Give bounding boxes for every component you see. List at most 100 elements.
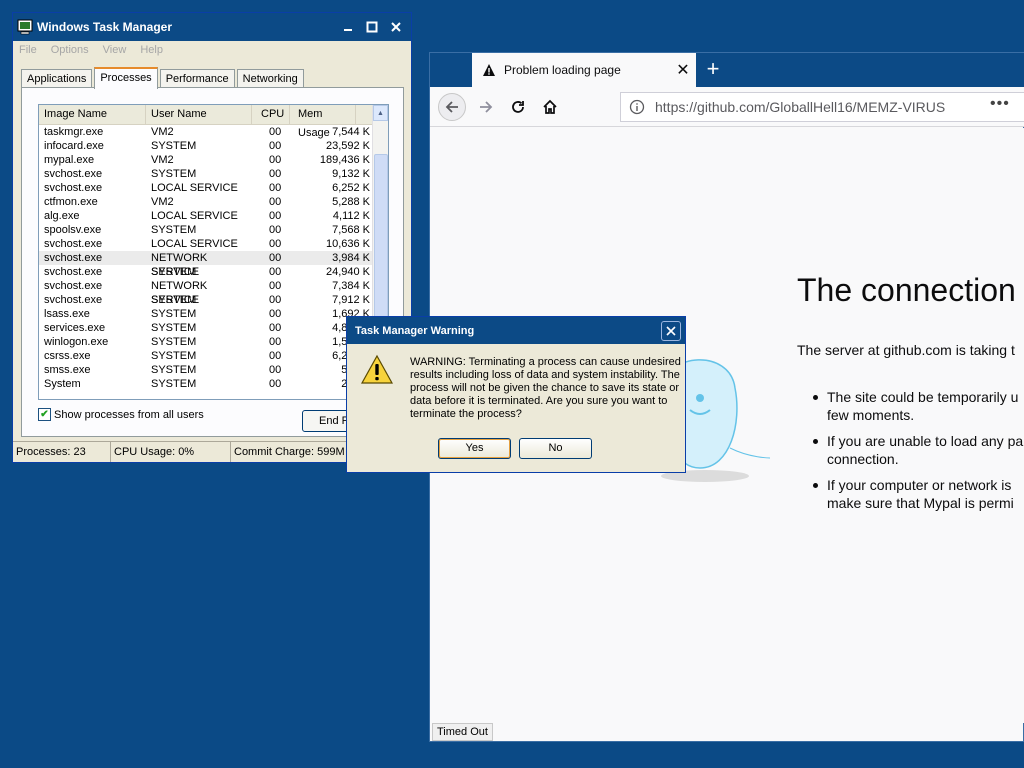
nav-bar: https://github.com/GloballHell16/MEMZ-VI…: [430, 87, 1024, 127]
maximize-icon: [366, 21, 378, 33]
image-name-cell: spoolsv.exe: [44, 224, 102, 236]
image-name-cell: ctfmon.exe: [44, 196, 98, 208]
table-row[interactable]: SystemSYSTEM00240 K: [39, 377, 388, 391]
table-row[interactable]: spoolsv.exe SYSTEM 00 7,568 K: [39, 223, 388, 237]
cpu-cell: 00: [269, 266, 282, 278]
cpu-cell: 00: [269, 336, 282, 348]
minimize-icon: [344, 29, 352, 31]
table-row[interactable]: smss.exeSYSTEM00516 K: [39, 363, 388, 377]
yes-button[interactable]: Yes: [438, 438, 511, 459]
table-row[interactable]: taskmgr.exe VM2 00 7,544 K: [39, 125, 388, 139]
table-row[interactable]: csrss.exeSYSTEM006,208 K: [39, 349, 388, 363]
cpu-cell: 00: [269, 350, 282, 362]
image-name-cell: alg.exe: [44, 210, 80, 222]
reload-button[interactable]: [504, 93, 532, 121]
table-row[interactable]: svchost.exe NETWORK SERVICE 00 3,984 K: [39, 251, 388, 278]
user-name-cell: LOCAL SERVICE: [151, 182, 238, 194]
close-button[interactable]: [385, 16, 407, 38]
table-row[interactable]: svchost.exe LOCAL SERVICE 00 10,636 K: [39, 237, 388, 251]
table-header: Image Name User Name CPU Mem Usage: [39, 105, 388, 139]
tab-close-icon[interactable]: ✕: [670, 60, 696, 80]
status-cpu: CPU Usage: 0%: [111, 442, 231, 462]
menu-file[interactable]: File: [19, 41, 37, 59]
show-all-processes[interactable]: ✔ Show processes from all users: [38, 408, 204, 421]
minimize-button[interactable]: [337, 16, 359, 38]
mem-usage-cell: 10,636 K: [325, 238, 370, 250]
user-name-cell: VM2: [151, 196, 174, 208]
info-icon[interactable]: [629, 99, 645, 115]
table-row[interactable]: lsass.exe SYSTEM 00 1,692 K: [39, 307, 388, 321]
table-row[interactable]: svchost.exe SYSTEM 00 7,912 K: [39, 293, 388, 307]
column-cpu[interactable]: CPU: [252, 105, 290, 124]
error-description: The server at github.com is taking t: [797, 342, 1015, 358]
back-button[interactable]: [438, 93, 466, 121]
image-name-cell: infocard.exe: [44, 140, 104, 152]
mem-usage-cell: 7,544 K: [332, 126, 370, 138]
page-actions-menu-icon[interactable]: •••: [990, 95, 1010, 113]
cpu-cell: 00: [269, 252, 282, 264]
table-row[interactable]: alg.exe LOCAL SERVICE 00 4,112 K: [39, 209, 388, 223]
image-name-cell: svchost.exe: [44, 252, 103, 264]
show-all-checkbox[interactable]: ✔: [38, 408, 51, 421]
dialog-title-bar[interactable]: Task Manager Warning: [347, 317, 685, 344]
user-name-cell: SYSTEM: [151, 266, 197, 278]
table-row[interactable]: svchost.exe SYSTEM 00 9,132 K: [39, 167, 388, 181]
image-name-cell: svchost.exe: [44, 266, 103, 278]
show-all-label: Show processes from all users: [54, 408, 204, 421]
scroll-up-button[interactable]: ▲: [373, 105, 388, 121]
table-row[interactable]: infocard.exe SYSTEM 00 23,592 K: [39, 139, 388, 153]
error-suggestions: The site could be temporarily u few momen…: [810, 388, 1024, 520]
forward-arrow-icon: [480, 101, 493, 113]
table-row[interactable]: mypal.exe VM2 00 189,436 K: [39, 153, 388, 167]
user-name-cell: NETWORK SERVICE: [151, 252, 208, 278]
status-processes: Processes: 23: [13, 442, 111, 462]
user-name-cell: LOCAL SERVICE: [151, 238, 238, 250]
image-name-cell: smss.exe: [44, 364, 91, 376]
warning-icon: [483, 64, 495, 76]
tab-performance[interactable]: Performance: [159, 69, 235, 88]
cpu-cell: 00: [269, 238, 282, 250]
column-user-name[interactable]: User Name: [146, 105, 252, 124]
menu-help[interactable]: Help: [140, 41, 163, 59]
user-name-cell: VM2: [151, 126, 174, 138]
mem-usage-cell: 189,436 K: [319, 154, 370, 166]
image-name-cell: mypal.exe: [44, 154, 95, 166]
window-title: Windows Task Manager: [37, 20, 173, 34]
tab-networking[interactable]: Networking: [236, 69, 304, 88]
mem-usage-cell: 9,132 K: [332, 168, 370, 180]
column-image-name[interactable]: Image Name: [39, 105, 146, 124]
column-mem-usage[interactable]: Mem Usage: [290, 105, 356, 139]
task-manager-icon: [17, 19, 33, 35]
suggestion-item: If you are unable to load any pa connecti…: [810, 432, 1024, 468]
user-name-cell: SYSTEM: [151, 364, 197, 376]
close-icon: [391, 22, 401, 32]
image-name-cell: svchost.exe: [44, 294, 103, 306]
no-button[interactable]: No: [519, 438, 592, 459]
menu-view[interactable]: View: [103, 41, 127, 59]
table-row[interactable]: ctfmon.exe VM2 00 5,288 K: [39, 195, 388, 209]
tab-processes[interactable]: Processes: [94, 67, 158, 89]
warning-triangle-icon: [361, 354, 393, 384]
dialog-close-button[interactable]: [661, 320, 681, 341]
process-table[interactable]: Image Name User Name CPU Mem Usage taskm…: [38, 104, 389, 400]
image-name-cell: lsass.exe: [44, 308, 90, 320]
table-row[interactable]: svchost.exe LOCAL SERVICE 00 6,252 K: [39, 181, 388, 195]
url-bar[interactable]: https://github.com/GloballHell16/MEMZ-VI…: [620, 92, 1024, 122]
cpu-cell: 00: [269, 294, 282, 306]
home-icon: [543, 99, 557, 114]
home-button[interactable]: [536, 93, 564, 121]
maximize-button[interactable]: [361, 16, 383, 38]
table-row[interactable]: svchost.exe NETWORK SERVICE 00 7,384 K: [39, 279, 388, 306]
menu-bar: File Options View Help: [13, 41, 411, 59]
forward-button[interactable]: [472, 93, 500, 121]
tab-applications[interactable]: Applications: [21, 69, 93, 88]
menu-options[interactable]: Options: [51, 41, 89, 59]
table-row[interactable]: winlogon.exeSYSTEM001,528 K: [39, 335, 388, 349]
new-tab-button[interactable]: +: [700, 57, 726, 83]
title-bar[interactable]: Windows Task Manager: [13, 13, 411, 41]
table-row[interactable]: svchost.exe SYSTEM 00 24,940 K: [39, 265, 388, 279]
table-row[interactable]: services.exeSYSTEM004,888 K: [39, 321, 388, 335]
image-name-cell: winlogon.exe: [44, 336, 109, 348]
browser-tab[interactable]: Problem loading page ✕: [472, 53, 696, 87]
status-bar: Timed Out: [432, 723, 493, 741]
